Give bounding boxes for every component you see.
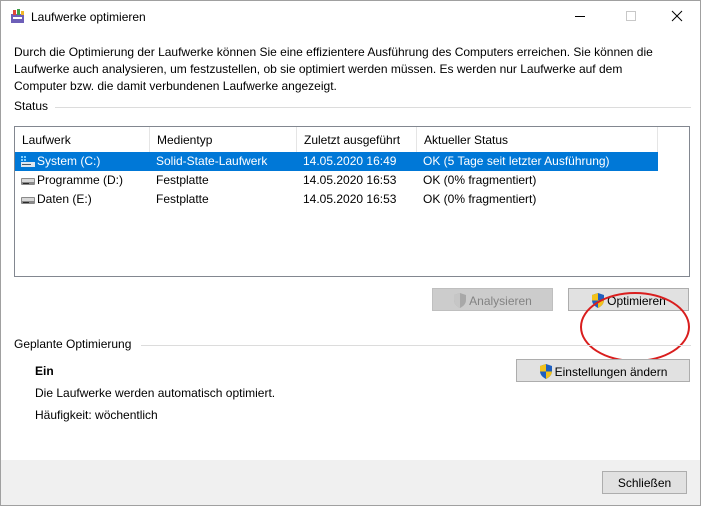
optimize-button[interactable]: Optimieren bbox=[568, 288, 689, 311]
close-icon bbox=[671, 10, 683, 22]
media-type: Festplatte bbox=[156, 173, 209, 187]
drive-name: Daten (E:) bbox=[37, 192, 92, 206]
column-header-drive[interactable]: Laufwerk bbox=[15, 127, 150, 152]
minimize-icon bbox=[575, 16, 585, 17]
change-settings-button[interactable]: Einstellungen ändern bbox=[516, 359, 690, 382]
status-group-label: Status bbox=[14, 99, 49, 113]
maximize-icon bbox=[626, 11, 636, 21]
column-header-last-run[interactable]: Zuletzt ausgeführt bbox=[297, 127, 417, 152]
hard-drive-icon bbox=[21, 197, 35, 204]
defrag-app-icon bbox=[11, 9, 24, 23]
main-content: Durch die Optimierung der Laufwerke könn… bbox=[1, 32, 700, 460]
drive-row-daten[interactable]: Daten (E:) Festplatte 14.05.2020 16:53 O… bbox=[15, 190, 658, 209]
current-status: OK (0% fragmentiert) bbox=[423, 192, 537, 206]
drive-row-system[interactable]: System (C:) Solid-State-Laufwerk 14.05.2… bbox=[15, 152, 658, 171]
column-header-current-status[interactable]: Aktueller Status bbox=[417, 127, 658, 152]
window-title: Laufwerke optimieren bbox=[31, 10, 146, 24]
drive-row-programme[interactable]: Programme (D:) Festplatte 14.05.2020 16:… bbox=[15, 171, 658, 190]
last-run: 14.05.2020 16:53 bbox=[303, 173, 397, 187]
close-window-button[interactable] bbox=[654, 1, 700, 31]
column-header-media-type[interactable]: Medientyp bbox=[150, 127, 297, 152]
close-button-label: Schließen bbox=[617, 476, 672, 490]
media-type: Solid-State-Laufwerk bbox=[156, 154, 268, 168]
uac-shield-icon bbox=[539, 364, 552, 379]
intro-text: Durch die Optimierung der Laufwerke könn… bbox=[14, 45, 653, 93]
schedule-frequency: Häufigkeit: wöchentlich bbox=[35, 408, 158, 422]
optimize-drives-window: Laufwerke optimieren Durch die Optimieru… bbox=[0, 0, 701, 506]
maximize-button[interactable] bbox=[608, 1, 654, 31]
dialog-footer: Schließen bbox=[1, 460, 700, 505]
hard-drive-icon bbox=[21, 178, 35, 185]
analyze-button-label: Analysieren bbox=[469, 294, 532, 308]
media-type: Festplatte bbox=[156, 192, 209, 206]
drives-list[interactable]: Laufwerk Medientyp Zuletzt ausgeführt Ak… bbox=[14, 126, 690, 277]
title-bar[interactable]: Laufwerke optimieren bbox=[1, 1, 700, 32]
change-settings-button-label: Einstellungen ändern bbox=[554, 365, 668, 379]
current-status: OK (0% fragmentiert) bbox=[423, 173, 537, 187]
uac-shield-icon bbox=[454, 293, 467, 308]
close-button[interactable]: Schließen bbox=[602, 471, 687, 494]
scheduled-group-label: Geplante Optimierung bbox=[14, 337, 132, 351]
last-run: 14.05.2020 16:53 bbox=[303, 192, 397, 206]
minimize-button[interactable] bbox=[557, 1, 603, 31]
drive-name: Programme (D:) bbox=[37, 173, 124, 187]
drives-list-header: Laufwerk Medientyp Zuletzt ausgeführt Ak… bbox=[15, 127, 658, 152]
schedule-description: Die Laufwerke werden automatisch optimie… bbox=[35, 386, 276, 400]
uac-shield-icon bbox=[592, 293, 605, 308]
analyze-button[interactable]: Analysieren bbox=[432, 288, 553, 311]
current-status: OK (5 Tage seit letzter Ausführung) bbox=[423, 154, 610, 168]
schedule-state: Ein bbox=[35, 364, 54, 378]
last-run: 14.05.2020 16:49 bbox=[303, 154, 397, 168]
scheduled-divider bbox=[141, 345, 691, 346]
status-divider bbox=[55, 107, 691, 108]
system-drive-icon bbox=[21, 156, 35, 167]
optimize-button-label: Optimieren bbox=[607, 294, 666, 308]
drive-name: System (C:) bbox=[37, 154, 101, 168]
